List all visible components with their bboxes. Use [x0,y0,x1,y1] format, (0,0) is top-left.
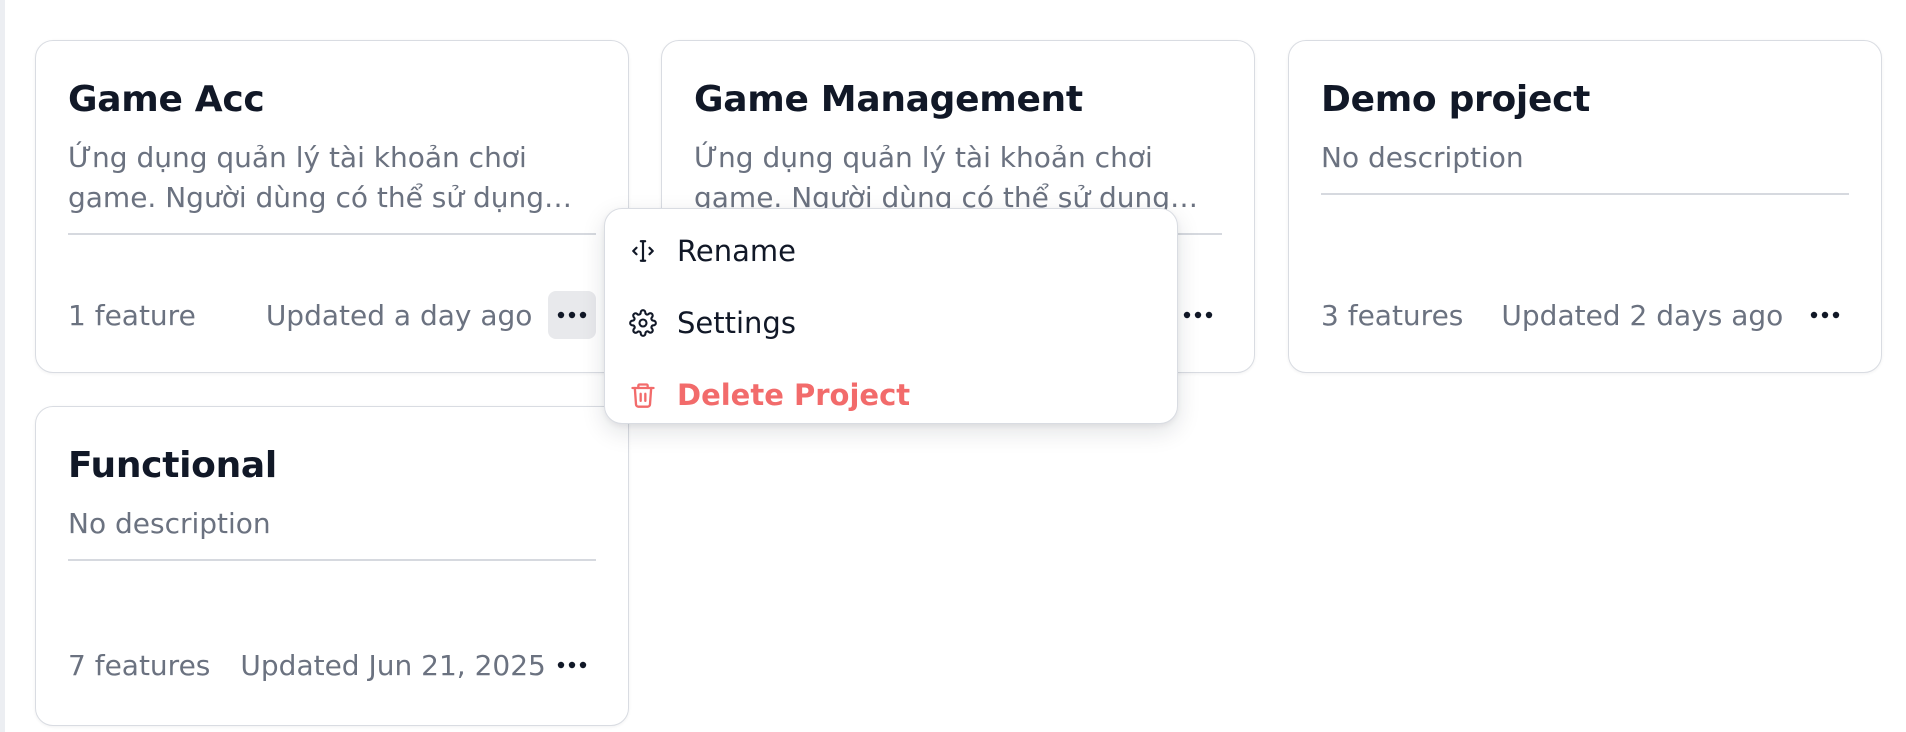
more-options-button[interactable] [548,641,596,689]
card-divider [1321,193,1849,195]
more-options-button[interactable] [1801,291,1849,339]
more-options-button[interactable] [548,291,596,339]
project-context-menu: Rename Settings Delete Project [604,208,1178,424]
menu-item-label: Settings [677,306,796,340]
text-cursor-icon [629,237,657,265]
more-horizontal-icon [1183,311,1213,319]
updated-time: Updated 2 days ago [1501,298,1784,332]
card-footer: 1 feature Updated a day ago [68,291,596,339]
feature-count: 3 features [1321,298,1464,332]
menu-item-label: Delete Project [677,378,911,412]
more-horizontal-icon [557,661,587,669]
project-description: No description [1321,141,1524,174]
menu-item-settings[interactable]: Settings [629,295,1153,351]
card-divider [68,559,596,561]
card-divider [68,233,596,235]
project-title: Game Acc [68,79,265,120]
project-card-game-acc[interactable]: Game Acc Ứng dụng quản lý tài khoản chơi… [35,40,629,373]
more-horizontal-icon [557,311,587,319]
menu-item-rename[interactable]: Rename [629,223,1153,279]
menu-item-label: Rename [677,234,796,268]
feature-count: 7 features [68,648,211,682]
project-title: Demo project [1321,79,1591,120]
feature-count: 1 feature [68,298,196,332]
trash-icon [629,381,657,409]
card-footer: 7 features Updated Jun 21, 2025 [68,641,596,689]
project-description: Ứng dụng quản lý tài khoản chơi game. Ng… [68,141,544,214]
gear-icon [629,309,657,337]
project-title: Game Management [694,79,1083,120]
card-footer: 3 features Updated 2 days ago [1321,291,1849,339]
sidebar-edge [0,0,5,732]
project-card-demo-project[interactable]: Demo project No description 3 features U… [1288,40,1882,373]
menu-item-delete-project[interactable]: Delete Project [629,367,1153,423]
more-options-button[interactable] [1174,291,1222,339]
project-description: No description [68,507,271,540]
more-horizontal-icon [1810,311,1840,319]
updated-time: Updated a day ago [265,298,533,332]
project-description: Ứng dụng quản lý tài khoản chơi game. Ng… [694,141,1170,214]
project-title: Functional [68,445,277,486]
updated-time: Updated Jun 21, 2025 [240,648,546,682]
project-card-functional[interactable]: Functional No description 7 features Upd… [35,406,629,726]
